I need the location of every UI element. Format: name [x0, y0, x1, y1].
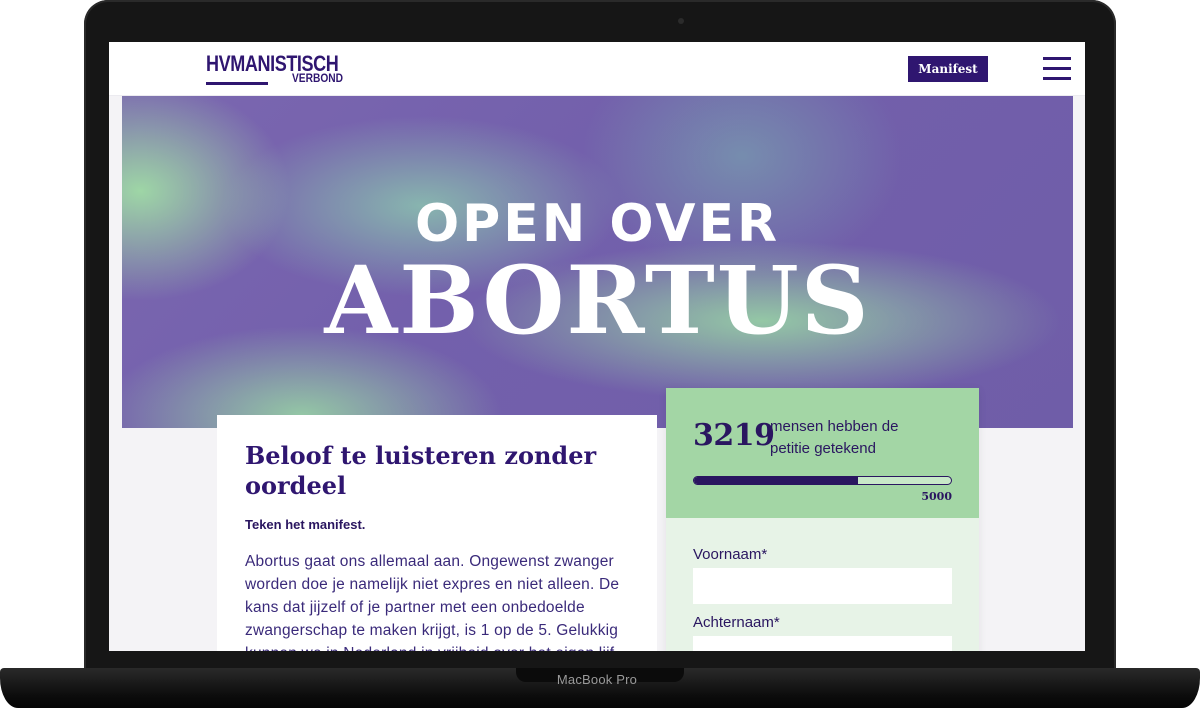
petition-card: 3219 mensen hebben de petitie getekend 5… — [666, 388, 979, 651]
menu-bar — [1043, 57, 1071, 60]
logo-bottom-text: VERBOND — [292, 71, 344, 85]
petition-counter: 3219 mensen hebben de petitie getekend 5… — [666, 388, 979, 518]
logo-underline — [206, 82, 268, 85]
screen: HVMANISTISCH VERBOND Manifest OPEN OVER … — [109, 42, 1085, 651]
first-name-input[interactable] — [693, 568, 952, 604]
hero-title-line2: ABORTUS — [324, 246, 871, 356]
hero-title-line1: OPEN OVER — [414, 194, 781, 254]
site-header: HVMANISTISCH VERBOND Manifest — [109, 42, 1085, 96]
last-name-label: Achternaam* — [693, 614, 780, 631]
last-name-input[interactable] — [693, 636, 952, 651]
manifest-button[interactable]: Manifest — [908, 56, 988, 82]
signature-count: 3219 — [693, 418, 775, 453]
hero-banner: OPEN OVER ABORTUS — [122, 96, 1073, 428]
article-title: Beloof te luisteren zonder oordeel — [245, 441, 597, 500]
signature-count-label: mensen hebben de petitie getekend — [770, 418, 899, 457]
menu-bar — [1043, 67, 1071, 70]
logo[interactable]: HVMANISTISCH VERBOND — [206, 52, 346, 88]
article-subtitle: Teken het manifest. — [245, 517, 366, 532]
petition-progress-bar — [693, 476, 952, 485]
petition-form: Voornaam* Achternaam* — [666, 518, 979, 651]
device-label: MacBook Pro — [556, 672, 638, 687]
article-body: Abortus gaat ons allemaal aan. Ongewenst… — [245, 553, 620, 651]
article-card: Beloof te luisteren zonder oordeel Teken… — [217, 415, 657, 651]
progress-fill — [694, 477, 859, 484]
hamburger-menu-icon[interactable] — [1043, 57, 1071, 81]
first-name-label: Voornaam* — [693, 546, 768, 563]
camera-icon — [678, 18, 684, 24]
menu-bar — [1043, 77, 1071, 80]
petition-goal: 5000 — [921, 490, 952, 503]
